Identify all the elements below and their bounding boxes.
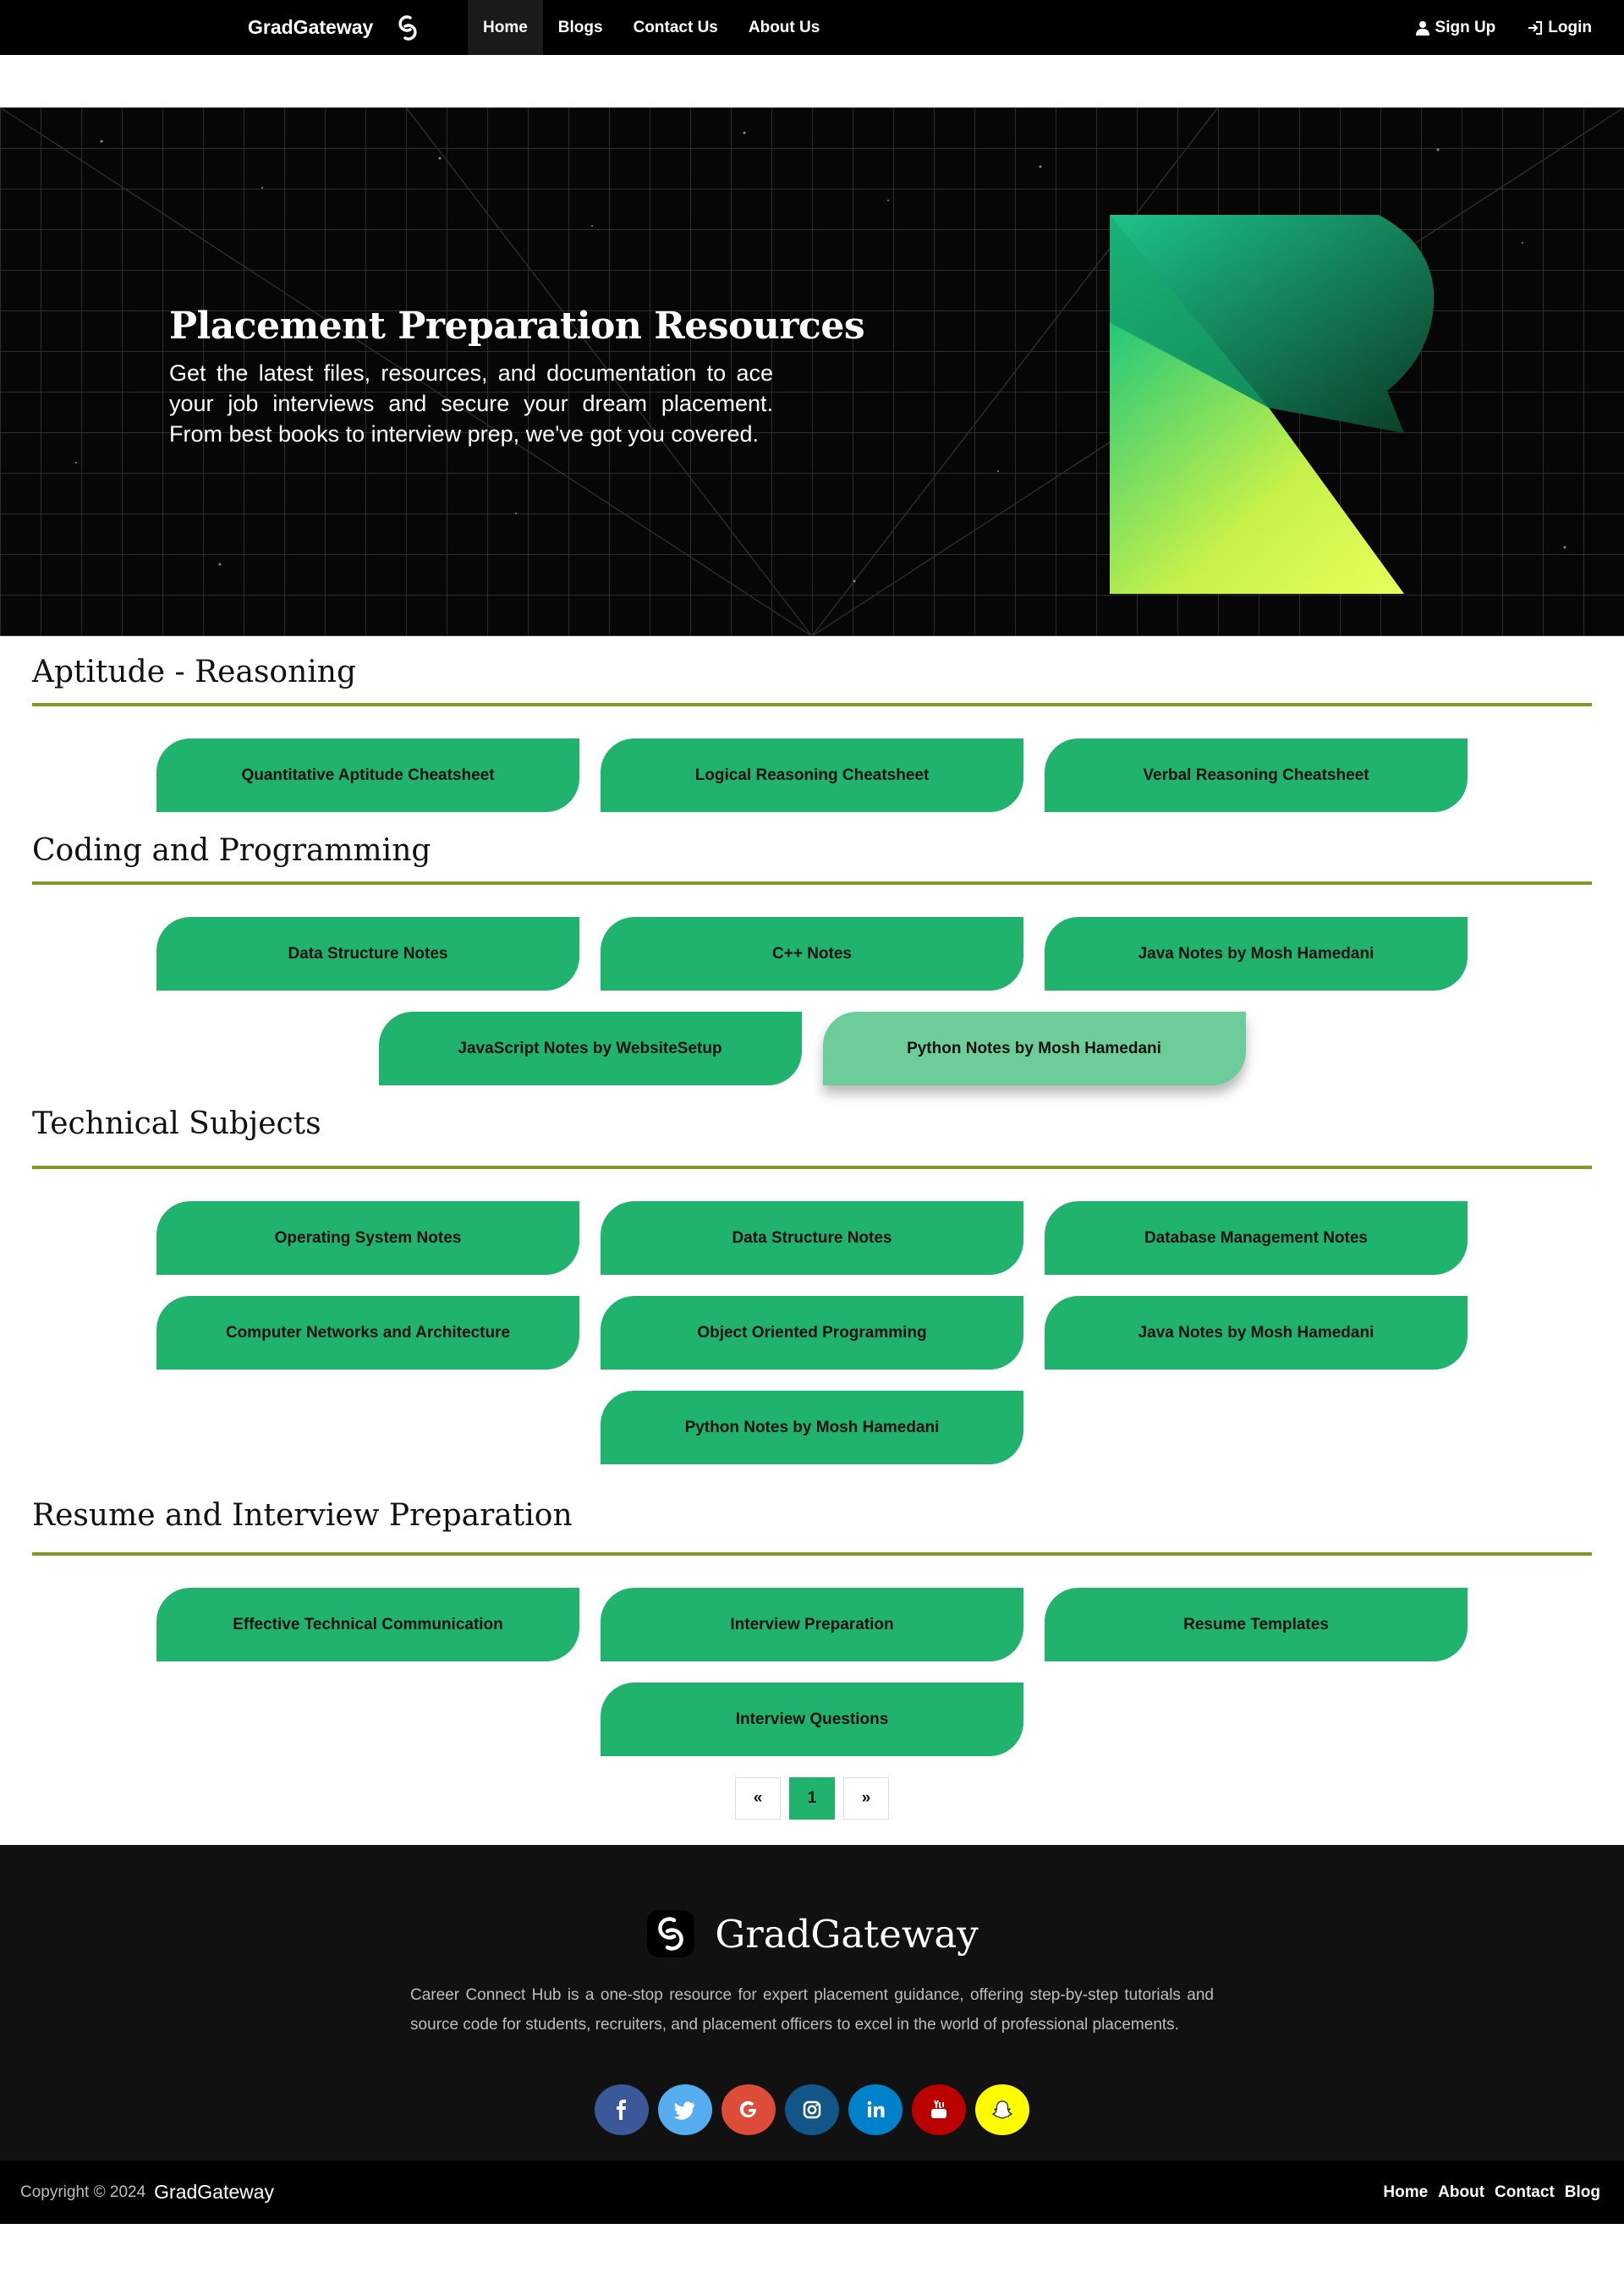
top-spacer xyxy=(0,55,1624,107)
resource-button[interactable]: Interview Preparation xyxy=(601,1588,1023,1661)
resource-button-hovered[interactable]: Python Notes by Mosh Hamedani xyxy=(822,1012,1246,1085)
hero-r-logo-graphic xyxy=(1110,215,1435,594)
resource-button[interactable]: Database Management Notes xyxy=(1045,1201,1468,1275)
resource-sections: Aptitude - Reasoning Quantitative Aptitu… xyxy=(0,636,1624,1820)
twitter-icon xyxy=(673,2101,694,2120)
resource-button[interactable]: Python Notes by Mosh Hamedani xyxy=(601,1391,1023,1464)
google-button[interactable] xyxy=(721,2084,776,2135)
copyright-brand[interactable]: GradGateway xyxy=(154,2181,274,2204)
button-row: Computer Networks and Architecture Objec… xyxy=(32,1296,1592,1370)
button-row: Python Notes by Mosh Hamedani xyxy=(32,1391,1592,1464)
hero-title: Placement Preparation Resources xyxy=(169,305,865,348)
brand[interactable]: GradGateway xyxy=(248,0,425,55)
login-label: Login xyxy=(1548,18,1592,36)
facebook-button[interactable] xyxy=(595,2084,649,2135)
button-row: Quantitative Aptitude Cheatsheet Logical… xyxy=(32,738,1592,812)
pagination-prev[interactable]: « xyxy=(735,1777,781,1820)
footer-brand-name: GradGateway xyxy=(715,1911,979,1957)
resource-button[interactable]: Object Oriented Programming xyxy=(601,1296,1023,1370)
resource-button[interactable]: Interview Questions xyxy=(601,1683,1023,1756)
footer: GradGateway Career Connect Hub is a one-… xyxy=(0,1845,1624,2160)
copyright: Copyright © 2024 GradGateway xyxy=(20,2181,274,2204)
pagination-page-current[interactable]: 1 xyxy=(789,1777,835,1820)
facebook-icon xyxy=(617,2100,626,2120)
button-row: Interview Questions xyxy=(32,1683,1592,1756)
footer-links: Home About Contact Blog xyxy=(1383,2183,1600,2202)
pagination-next[interactable]: » xyxy=(843,1777,889,1820)
section-resume-interview: Resume and Interview Preparation Effecti… xyxy=(0,1485,1624,1756)
button-row: Data Structure Notes C++ Notes Java Note… xyxy=(32,917,1592,991)
section-technical-subjects: Technical Subjects Operating System Note… xyxy=(0,1106,1624,1464)
snapchat-button[interactable] xyxy=(975,2084,1029,2135)
navbar: GradGateway Home Blogs Contact Us About … xyxy=(0,0,1624,55)
resource-button[interactable]: JavaScript Notes by WebsiteSetup xyxy=(378,1012,802,1085)
section-title: Resume and Interview Preparation xyxy=(32,1498,573,1533)
resource-button[interactable]: Logical Reasoning Cheatsheet xyxy=(601,738,1023,812)
instagram-icon xyxy=(803,2100,821,2119)
hero-subtitle: Get the latest files, resources, and doc… xyxy=(169,360,773,447)
nav-blogs[interactable]: Blogs xyxy=(543,0,618,55)
youtube-icon xyxy=(931,2100,946,2118)
section-divider xyxy=(32,703,1592,706)
button-row: Effective Technical Communication Interv… xyxy=(32,1588,1592,1661)
section-aptitude-reasoning: Aptitude - Reasoning Quantitative Aptitu… xyxy=(0,636,1624,812)
footer-link-about[interactable]: About xyxy=(1438,2183,1484,2202)
signup-label: Sign Up xyxy=(1435,18,1496,36)
copyright-text: Copyright © 2024 xyxy=(20,2182,146,2201)
footer-link-home[interactable]: Home xyxy=(1383,2183,1428,2202)
nav-contact-us[interactable]: Contact Us xyxy=(618,0,733,55)
section-title: Aptitude - Reasoning xyxy=(32,655,357,689)
section-coding-programming: Coding and Programming Data Structure No… xyxy=(0,833,1624,1085)
instagram-button[interactable] xyxy=(785,2084,839,2135)
button-row: Operating System Notes Data Structure No… xyxy=(32,1201,1592,1275)
linkedin-icon xyxy=(867,2100,885,2117)
footer-bottom-bar: Copyright © 2024 GradGateway Home About … xyxy=(0,2160,1624,2224)
nav-home[interactable]: Home xyxy=(468,0,543,55)
footer-description: Career Connect Hub is a one-stop resourc… xyxy=(410,1986,1214,2034)
snapchat-icon xyxy=(992,2100,1012,2119)
footer-link-blog[interactable]: Blog xyxy=(1565,2183,1600,2202)
login-link[interactable]: Login xyxy=(1521,0,1599,55)
section-title: Technical Subjects xyxy=(32,1106,321,1141)
nav-auth: Sign Up Login xyxy=(1408,0,1599,55)
resource-button[interactable]: Effective Technical Communication xyxy=(156,1588,579,1661)
google-icon xyxy=(739,2100,757,2118)
signup-link[interactable]: Sign Up xyxy=(1408,0,1503,55)
brand-logo-icon[interactable] xyxy=(390,10,425,46)
login-icon xyxy=(1528,20,1543,35)
resource-button[interactable]: Verbal Reasoning Cheatsheet xyxy=(1045,738,1468,812)
resource-button[interactable]: Operating System Notes xyxy=(156,1201,579,1275)
nav-links: Home Blogs Contact Us About Us xyxy=(468,0,835,55)
pagination: « 1 » xyxy=(0,1777,1624,1820)
resource-button[interactable]: Resume Templates xyxy=(1045,1588,1468,1661)
user-icon xyxy=(1415,20,1429,36)
resource-button[interactable]: Java Notes by Mosh Hamedani xyxy=(1045,1296,1468,1370)
resource-button[interactable]: Data Structure Notes xyxy=(156,917,579,991)
social-links xyxy=(0,2084,1624,2135)
youtube-button[interactable] xyxy=(912,2084,966,2135)
footer-logo-icon xyxy=(647,1910,695,1957)
brand-name[interactable]: GradGateway xyxy=(248,16,373,39)
section-title: Coding and Programming xyxy=(32,833,431,868)
resource-button[interactable]: Quantitative Aptitude Cheatsheet xyxy=(156,738,579,812)
footer-link-contact[interactable]: Contact xyxy=(1495,2183,1555,2202)
twitter-button[interactable] xyxy=(658,2084,712,2135)
resource-button[interactable]: Computer Networks and Architecture xyxy=(156,1296,579,1370)
resource-button[interactable]: Java Notes by Mosh Hamedani xyxy=(1045,917,1468,991)
hero-banner: Placement Preparation Resources Get the … xyxy=(0,107,1624,636)
button-row: JavaScript Notes by WebsiteSetup Python … xyxy=(32,1012,1592,1085)
section-divider xyxy=(32,1166,1592,1169)
resource-button[interactable]: Data Structure Notes xyxy=(601,1201,1023,1275)
section-divider xyxy=(32,881,1592,885)
linkedin-button[interactable] xyxy=(848,2084,903,2135)
section-divider xyxy=(32,1552,1592,1556)
resource-button[interactable]: C++ Notes xyxy=(601,917,1023,991)
footer-brand[interactable]: GradGateway xyxy=(0,1908,1624,1959)
nav-about-us[interactable]: About Us xyxy=(733,0,835,55)
